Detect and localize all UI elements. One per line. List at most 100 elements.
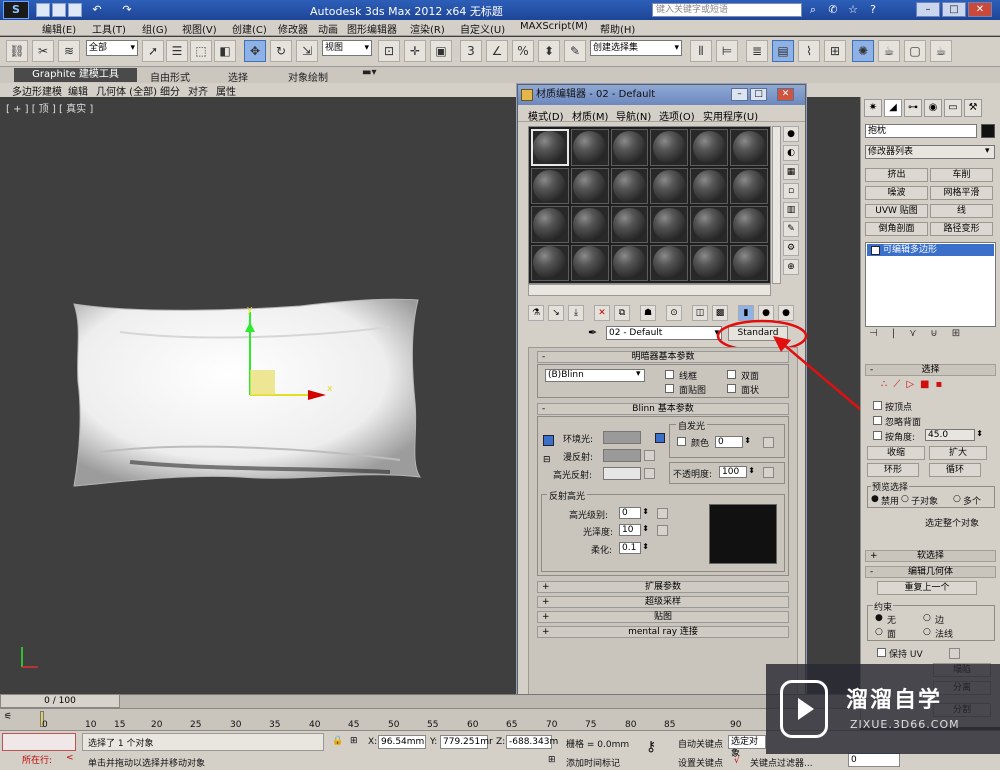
sample-slot[interactable] [531, 244, 569, 281]
radio-face[interactable]: ○ [875, 627, 883, 637]
tab-selection[interactable]: 选择 [228, 69, 248, 84]
lock-diffuse-specular-icon[interactable]: ⊟ [543, 456, 554, 467]
object-color-swatch[interactable] [981, 124, 995, 138]
menu-create[interactable]: 创建(C) [232, 21, 267, 36]
ring-button[interactable]: 环形 [867, 463, 919, 477]
absolute-mode-icon[interactable]: ⊞ [350, 736, 358, 746]
maps-rollout[interactable]: + 贴图 [537, 611, 789, 623]
extrude-modifier-button[interactable]: 挤出 [865, 168, 928, 182]
current-frame-field[interactable]: 0 [848, 753, 900, 767]
wire-checkbox[interactable] [665, 370, 674, 379]
sample-slot[interactable] [610, 244, 649, 281]
soft-selection-rollout[interactable]: + 软选择 [865, 550, 996, 562]
render-setup-icon[interactable]: ☕ [878, 40, 900, 62]
key-filter-icon[interactable]: √ [734, 756, 740, 766]
radio-normal[interactable]: ○ [923, 627, 931, 637]
mated-close-button[interactable]: ✕ [777, 88, 794, 101]
x-coordinate-field[interactable]: 96.54mm [378, 735, 426, 749]
pivot-center-icon[interactable]: ⊡ [378, 40, 400, 62]
layer-manager-icon[interactable]: ≣ [746, 40, 768, 62]
modifier-list-dropdown[interactable]: 修改器列表 [865, 145, 995, 159]
link-icon[interactable]: ⛓ [6, 40, 28, 62]
schematic-view-icon[interactable]: ⊞ [824, 40, 846, 62]
lathe-modifier-button[interactable]: 车削 [930, 168, 993, 182]
shader-type-dropdown[interactable]: (B)Blinn [545, 369, 645, 382]
edit-geometry-rollout[interactable]: - 编辑几何体 [865, 566, 996, 578]
preserve-uv-settings-button[interactable] [949, 648, 960, 659]
menu-maxscript[interactable]: MAXScript(M) [520, 21, 588, 32]
specular-map-button[interactable] [644, 468, 655, 479]
minimize-button[interactable]: – [916, 2, 940, 17]
viewport-label[interactable]: [ + ] [ 顶 ] [ 真实 ] [6, 100, 93, 115]
select-by-name-icon[interactable]: ☰ [166, 40, 188, 62]
opacity-spinner[interactable]: 100 [719, 466, 755, 478]
redo-icon[interactable]: ↷ [120, 3, 134, 17]
render-production-icon[interactable]: ☕ [930, 40, 952, 62]
get-material-icon[interactable]: ⚗ [528, 305, 544, 321]
mated-menu-options[interactable]: 选项(O) [659, 108, 695, 123]
lock-ambient-diffuse-icon[interactable] [543, 435, 554, 446]
radio-edge[interactable]: ○ [923, 613, 931, 623]
chevron-left-icon[interactable]: < [66, 753, 74, 763]
repeat-last-button[interactable]: 重复上一个 [877, 581, 977, 595]
menu-customize[interactable]: 自定义(U) [460, 21, 505, 36]
add-time-tag-label[interactable]: 添加时间标记 [566, 756, 620, 769]
sample-slot[interactable] [570, 129, 609, 166]
panel-geometry-all[interactable]: 几何体 (全部) [96, 83, 157, 98]
angle-snap-icon[interactable]: ∠ [486, 40, 508, 62]
panel-edit[interactable]: 编辑 [68, 83, 88, 98]
sample-slot[interactable] [570, 206, 609, 243]
maxscript-listener[interactable] [2, 733, 76, 751]
mated-maximize-button[interactable]: □ [750, 88, 767, 101]
maximize-button[interactable]: □ [942, 2, 966, 17]
align-icon[interactable]: ⊨ [716, 40, 738, 62]
extended-params-rollout[interactable]: + 扩展参数 [537, 581, 789, 593]
eyedropper-icon[interactable]: ✒ [588, 326, 602, 340]
radio-subobject[interactable]: ○ [901, 494, 909, 504]
sample-slot[interactable] [730, 244, 768, 281]
edit-named-selections-icon[interactable]: ✎ [564, 40, 586, 62]
sample-slot[interactable] [610, 206, 649, 243]
material-name-field[interactable]: 02 - Default [606, 326, 722, 340]
named-selection-dropdown[interactable]: 创建选择集 [590, 40, 682, 56]
ambient-color-swatch[interactable] [603, 431, 641, 444]
video-color-check-icon[interactable]: ▥ [783, 202, 799, 218]
spec-level-spinner[interactable]: 0 [619, 507, 649, 519]
time-slider[interactable]: 0 / 100 [0, 694, 120, 708]
soften-spinner[interactable]: 0.1 [619, 542, 649, 554]
display-tab-icon[interactable]: ▭ [944, 99, 962, 117]
transform-gizmo[interactable]: y x [238, 302, 338, 412]
uv-tiling-icon[interactable]: ▫ [783, 183, 799, 199]
sample-type-icon[interactable]: ● [783, 126, 799, 142]
face-map-checkbox[interactable] [665, 384, 674, 393]
by-vertex-checkbox[interactable] [873, 401, 882, 410]
sample-slot[interactable] [690, 244, 729, 281]
rectangle-selection-icon[interactable]: ⬚ [190, 40, 212, 62]
sample-slot[interactable] [610, 168, 649, 205]
tab-object-paint[interactable]: 对象绘制 [288, 69, 328, 84]
tab-freeform[interactable]: 自由形式 [150, 69, 190, 84]
z-coordinate-field[interactable]: -688.343m [506, 735, 558, 749]
favorites-icon[interactable]: ☆ [846, 3, 860, 17]
menu-edit[interactable]: 编辑(E) [42, 21, 76, 36]
backlight-icon[interactable]: ◐ [783, 145, 799, 161]
mental-ray-rollout[interactable]: + mental ray 连接 [537, 626, 789, 638]
subobject-level-icons[interactable]: ∴⟋▷■▪ [881, 379, 981, 391]
noise-modifier-button[interactable]: 噪波 [865, 186, 928, 200]
opacity-map-button[interactable] [763, 467, 774, 478]
object-name-field[interactable]: 抱枕 [865, 124, 977, 138]
material-editor-icon[interactable]: ✺ [852, 40, 874, 62]
options-icon[interactable]: ⚙ [783, 240, 799, 256]
spinner-snap-icon[interactable]: ⬍ [538, 40, 560, 62]
communication-icon[interactable]: ✆ [826, 3, 840, 17]
snaps-toggle-icon[interactable]: 3 [460, 40, 482, 62]
sample-slot[interactable] [650, 244, 689, 281]
spec-level-map-button[interactable] [657, 508, 668, 519]
blinn-basic-rollout[interactable]: - Blinn 基本参数 [537, 403, 789, 415]
lock-selection-icon[interactable]: 🔒 [332, 736, 343, 746]
bind-space-warp-icon[interactable]: ≋ [58, 40, 80, 62]
unlink-icon[interactable]: ✂ [32, 40, 54, 62]
panel-align[interactable]: 对齐 [188, 83, 208, 98]
meshsmooth-modifier-button[interactable]: 网格平滑 [930, 186, 993, 200]
panel-polygon-modeling[interactable]: 多边形建模 [12, 83, 62, 98]
